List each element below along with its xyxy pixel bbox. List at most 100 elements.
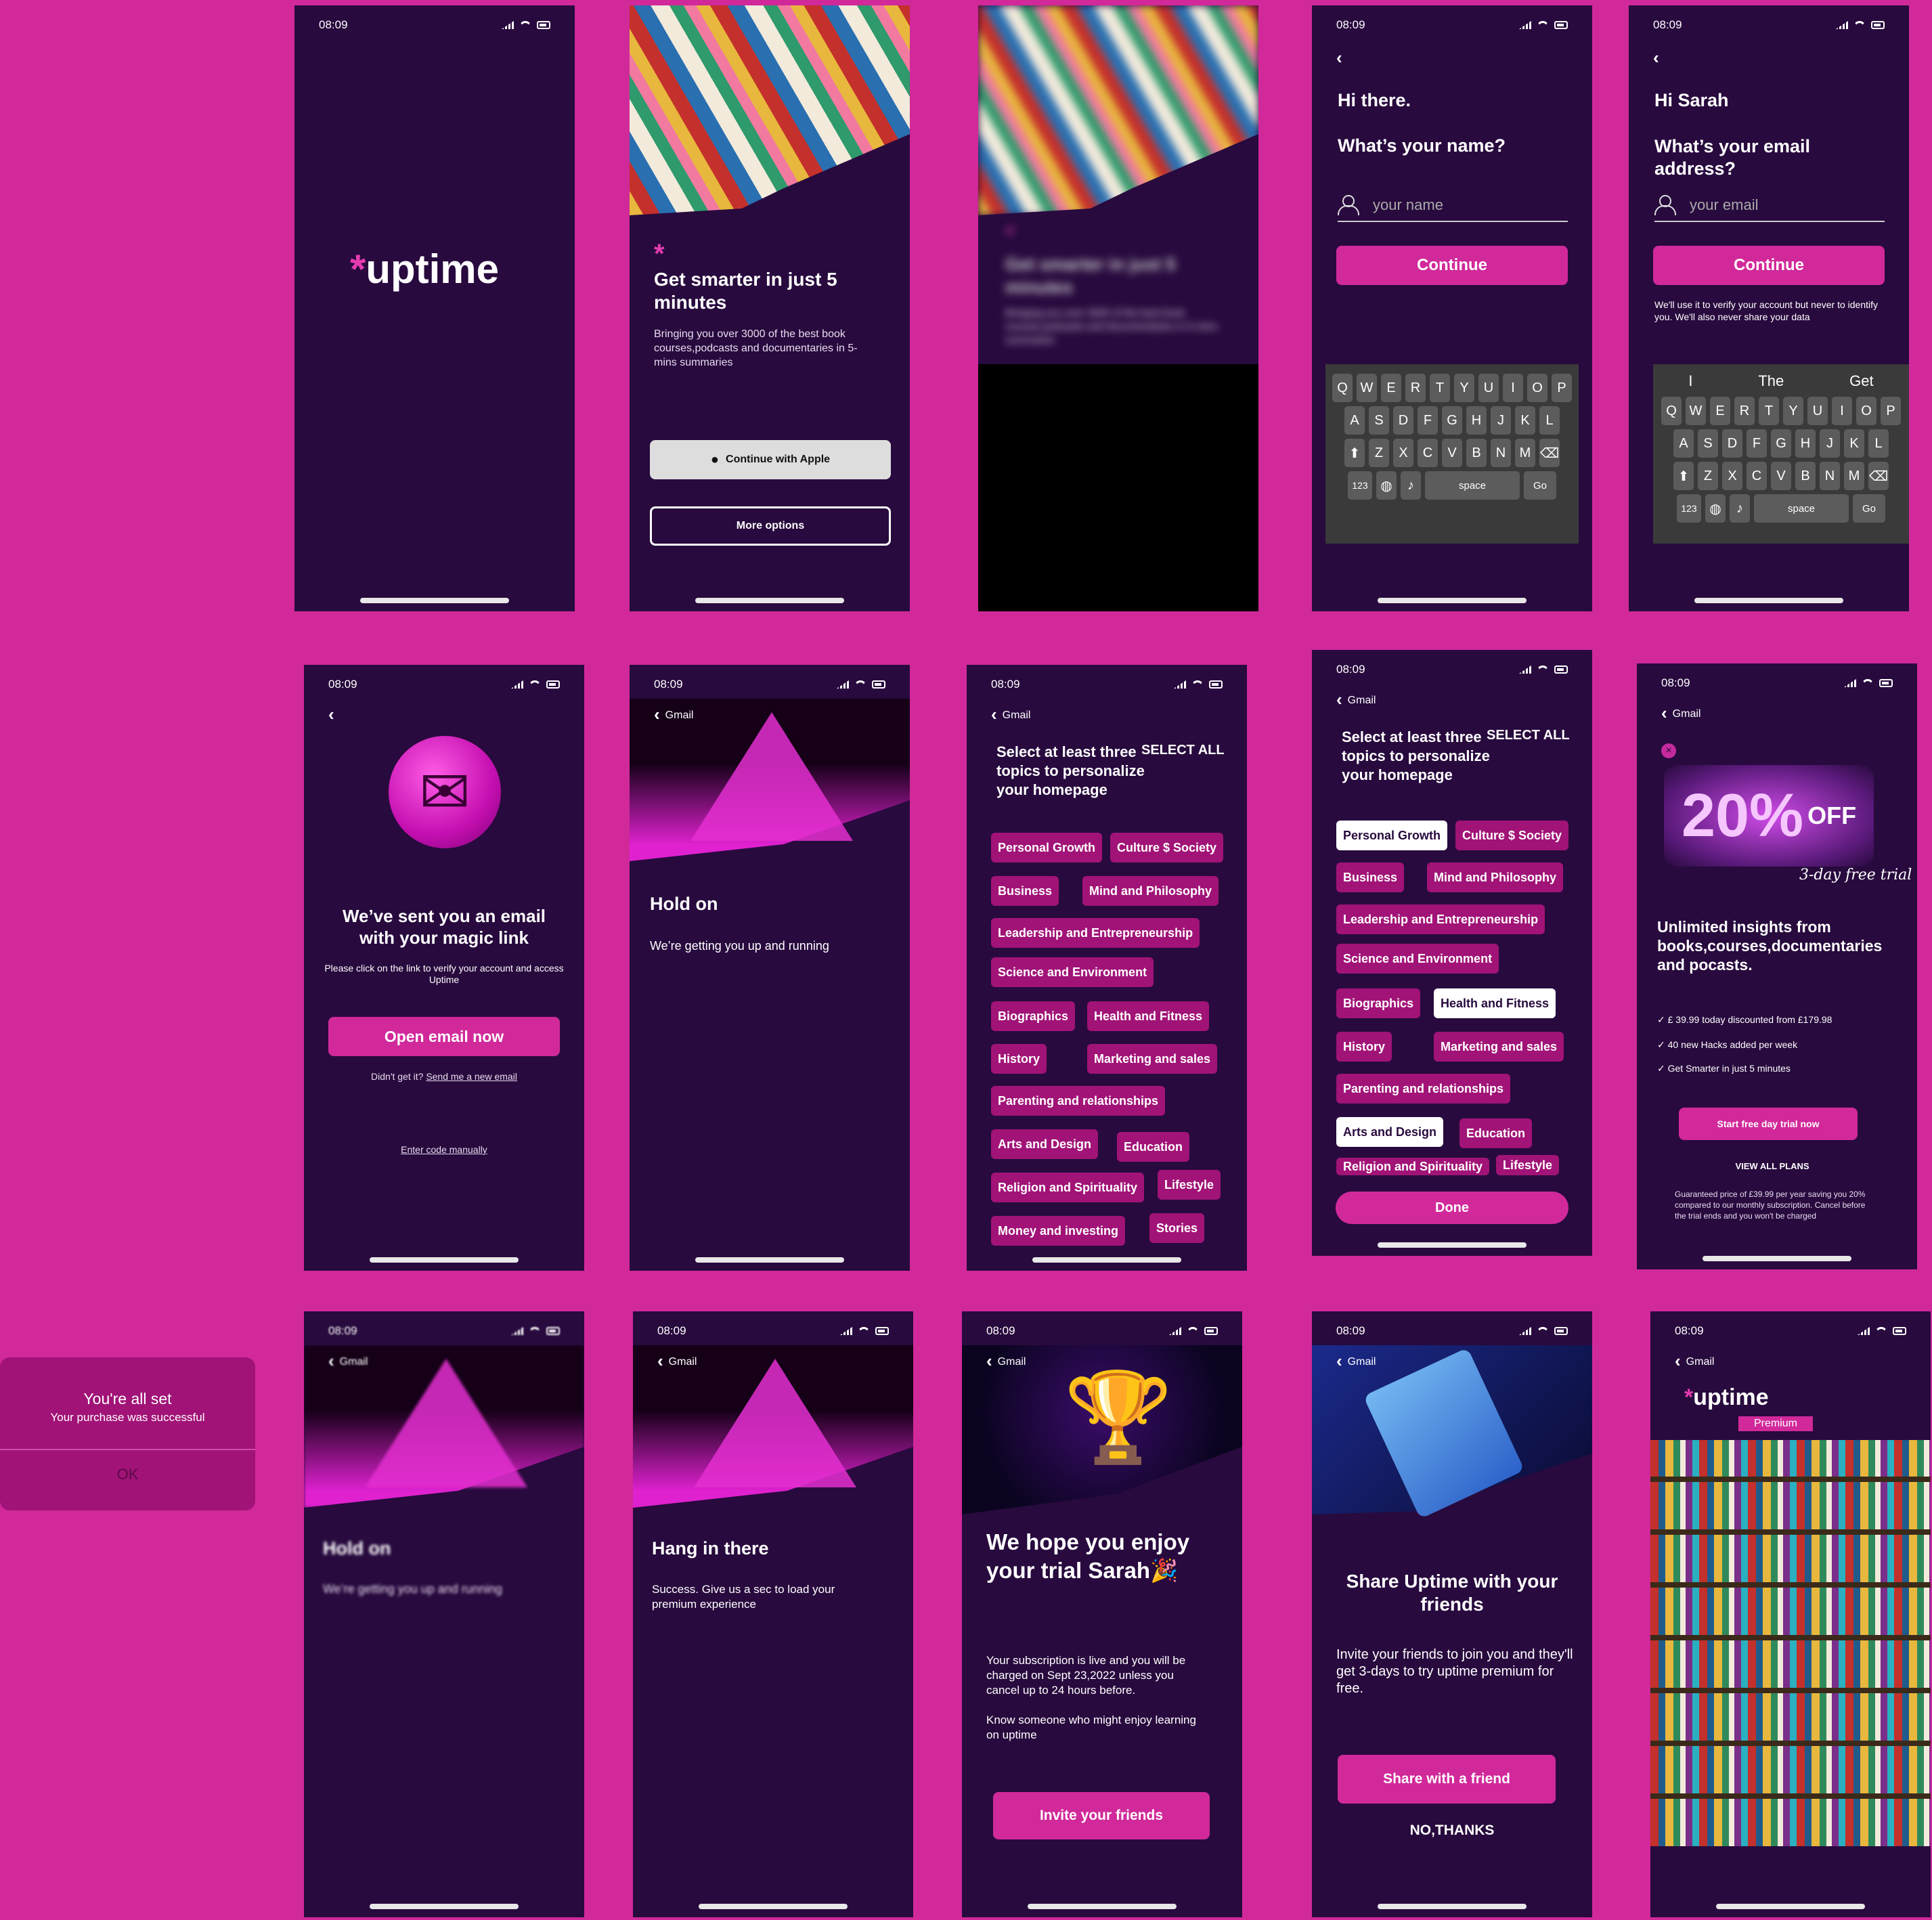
numbers-key[interactable]: 123 — [1677, 494, 1701, 523]
view-all-plans-link[interactable]: VIEW ALL PLANS — [1637, 1161, 1908, 1171]
topic-chip[interactable]: History — [991, 1044, 1047, 1074]
space-key[interactable]: space — [1754, 494, 1849, 523]
continue-button[interactable]: Continue — [1336, 246, 1568, 285]
topic-chip[interactable]: Biographics — [991, 1001, 1076, 1031]
select-all-button[interactable]: SELECT ALL — [1141, 743, 1225, 758]
topic-chip[interactable]: Science and Environment — [1336, 944, 1499, 974]
key[interactable]: O — [1527, 374, 1547, 402]
back-chevron-icon[interactable]: ‹ — [1336, 47, 1342, 68]
back-chevron-icon[interactable]: ‹ Gmail — [1661, 703, 1700, 724]
key[interactable]: M — [1515, 439, 1535, 467]
key[interactable]: A — [1344, 406, 1365, 435]
topic-chip[interactable]: Marketing and sales — [1087, 1044, 1218, 1074]
key[interactable]: M — [1844, 462, 1864, 490]
topic-chip[interactable]: Arts and Design — [991, 1129, 1099, 1159]
key[interactable]: X — [1393, 439, 1413, 467]
key[interactable]: W — [1357, 374, 1377, 402]
select-all-button[interactable]: SELECT ALL — [1487, 728, 1570, 743]
delete-key[interactable]: ⌫ — [1539, 439, 1560, 467]
key[interactable]: L — [1868, 429, 1889, 458]
topic-chip[interactable]: Stories — [1149, 1213, 1205, 1243]
shift-key[interactable]: ⬆ — [1344, 439, 1365, 467]
resend-link[interactable]: Send me a new email — [426, 1071, 517, 1082]
enter-code-link[interactable]: Enter code manually — [304, 1144, 584, 1155]
topic-chip[interactable]: Lifestyle — [1496, 1155, 1560, 1175]
topic-chip[interactable]: Mind and Philosophy — [1427, 863, 1563, 892]
topic-chip[interactable]: History — [1336, 1032, 1392, 1062]
key[interactable]: S — [1698, 429, 1718, 458]
key[interactable]: K — [1515, 406, 1535, 435]
topic-chip[interactable]: Business — [991, 876, 1059, 906]
no-thanks-button[interactable]: NO,THANKS — [1312, 1823, 1592, 1839]
topic-chip[interactable]: Religion and Spirituality — [1336, 1158, 1490, 1175]
key[interactable]: Y — [1783, 397, 1803, 425]
suggestion[interactable]: Get — [1849, 372, 1873, 390]
done-button[interactable]: Done — [1336, 1192, 1568, 1224]
topic-chip-selected[interactable]: Personal Growth — [1336, 821, 1448, 850]
key[interactable]: D — [1722, 429, 1742, 458]
key[interactable]: F — [1747, 429, 1767, 458]
topic-chip[interactable]: Religion and Spirituality — [991, 1173, 1145, 1202]
topic-chip[interactable]: Personal Growth — [991, 833, 1103, 863]
key[interactable]: T — [1430, 374, 1450, 402]
back-chevron-icon[interactable]: ‹ Gmail — [1675, 1351, 1714, 1372]
key[interactable]: C — [1418, 439, 1438, 467]
back-chevron-icon[interactable]: ‹ — [328, 704, 334, 725]
shift-key[interactable]: ⬆ — [1673, 462, 1694, 490]
key[interactable]: A — [1673, 429, 1694, 458]
key[interactable]: X — [1722, 462, 1742, 490]
mic-icon[interactable]: ♪ — [1401, 471, 1421, 500]
keyboard[interactable]: I The Get QWERTYUIOP ASDFGHJKL ⬆ Z X C V B N M ⌫ 1… — [1653, 364, 1909, 544]
close-icon[interactable]: × — [1661, 743, 1676, 758]
topic-chip[interactable]: Business — [1336, 863, 1405, 892]
dialog-ok-button[interactable]: OK — [0, 1466, 255, 1483]
continue-button[interactable]: Continue — [1653, 246, 1885, 285]
key[interactable]: G — [1771, 429, 1791, 458]
open-email-button[interactable]: Open email now — [328, 1017, 560, 1056]
key[interactable]: V — [1442, 439, 1462, 467]
key[interactable]: U — [1478, 374, 1499, 402]
topic-chip[interactable]: Parenting and relationships — [1336, 1074, 1511, 1104]
key[interactable]: F — [1418, 406, 1438, 435]
key[interactable]: O — [1856, 397, 1876, 425]
numbers-key[interactable]: 123 — [1348, 471, 1372, 500]
topic-chip[interactable]: Education — [1459, 1118, 1533, 1148]
back-chevron-icon[interactable]: ‹ — [1653, 47, 1659, 68]
suggestion[interactable]: I — [1688, 372, 1692, 390]
key[interactable]: I — [1832, 397, 1852, 425]
start-trial-button[interactable]: Start free day trial now — [1679, 1108, 1858, 1140]
back-chevron-icon[interactable]: ‹ Gmail — [328, 1351, 368, 1372]
key[interactable]: J — [1820, 429, 1840, 458]
topic-chip[interactable]: Marketing and sales — [1434, 1032, 1564, 1062]
key[interactable]: G — [1442, 406, 1462, 435]
key[interactable]: U — [1807, 397, 1828, 425]
key[interactable]: E — [1381, 374, 1401, 402]
topic-chip-selected[interactable]: Arts and Design — [1336, 1117, 1444, 1147]
back-chevron-icon[interactable]: ‹ Gmail — [991, 704, 1030, 725]
key[interactable]: J — [1491, 406, 1511, 435]
key[interactable]: L — [1539, 406, 1560, 435]
key[interactable]: R — [1405, 374, 1426, 402]
key[interactable]: E — [1710, 397, 1730, 425]
keyboard[interactable]: QWERTYUIOP ASDFGHJKL ⬆ Z X C V B N M ⌫ 123 ◍ ♪ spac… — [1325, 364, 1579, 544]
back-chevron-icon[interactable]: ‹ Gmail — [654, 704, 693, 725]
key[interactable]: P — [1552, 374, 1572, 402]
key[interactable]: H — [1795, 429, 1816, 458]
key[interactable]: Q — [1332, 374, 1353, 402]
globe-icon[interactable]: ◍ — [1376, 471, 1397, 500]
email-field[interactable]: your email — [1654, 195, 1885, 222]
key[interactable]: V — [1771, 462, 1791, 490]
globe-icon[interactable]: ◍ — [1705, 494, 1726, 523]
key[interactable]: I — [1503, 374, 1523, 402]
topic-chip[interactable]: Money and investing — [991, 1216, 1126, 1246]
back-chevron-icon[interactable]: ‹ Gmail — [1336, 1351, 1376, 1372]
key[interactable]: Q — [1661, 397, 1682, 425]
key[interactable]: W — [1686, 397, 1706, 425]
key[interactable]: Z — [1369, 439, 1389, 467]
continue-with-apple-button[interactable]: ● Continue with Apple — [650, 440, 891, 479]
topic-chip[interactable]: Leadership and Entrepreneurship — [1336, 904, 1545, 934]
topic-chip-selected[interactable]: Health and Fitness — [1434, 988, 1556, 1018]
topic-chip[interactable]: Science and Environment — [991, 957, 1154, 987]
topic-chip[interactable]: Education — [1117, 1132, 1190, 1162]
key[interactable]: C — [1747, 462, 1767, 490]
